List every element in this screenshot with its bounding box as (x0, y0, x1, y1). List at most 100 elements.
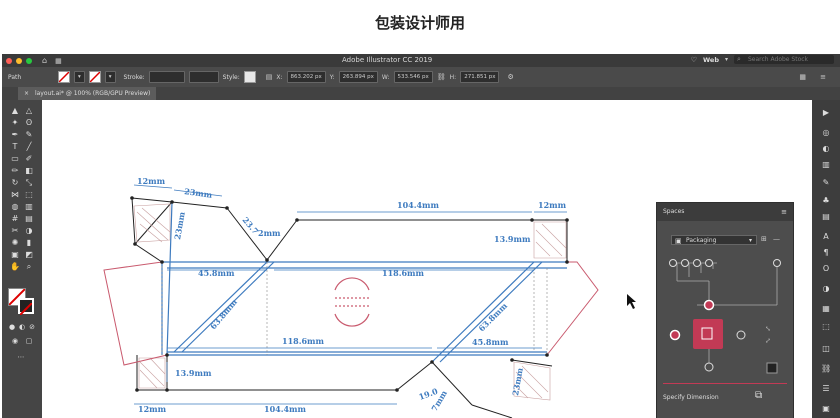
opentype-icon[interactable]: O (821, 264, 831, 273)
document-tab-bar: × layout.ai* @ 100% (RGB/GPU Preview) (2, 87, 840, 100)
artboards-icon[interactable]: ▣ (821, 404, 831, 413)
home-icon[interactable]: ⌂ (42, 56, 47, 65)
node-1[interactable] (669, 259, 677, 267)
shaper-tool-icon[interactable]: ✏ (9, 166, 21, 176)
eyedropper-tool-icon[interactable]: ✂ (9, 226, 21, 236)
symbol-sprayer-tool-icon[interactable]: ✺ (9, 238, 21, 248)
active-node-left[interactable] (669, 329, 681, 341)
fill-dropdown[interactable]: ▾ (74, 71, 85, 83)
pathfinder-icon[interactable]: ◫ (821, 344, 831, 353)
magic-wand-tool-icon[interactable]: ✦ (9, 118, 21, 128)
hand-tool-icon[interactable]: ✋ (9, 262, 21, 272)
h-label: H: (449, 73, 457, 81)
width-tool-icon[interactable]: ⋈ (9, 190, 21, 200)
panel-menu-icon[interactable]: ≡ (820, 73, 826, 81)
type-tool-icon[interactable]: T (9, 142, 21, 152)
paragraph-icon[interactable]: ¶ (821, 248, 831, 257)
shape-builder-tool-icon[interactable]: ◍ (9, 202, 21, 212)
active-node-top[interactable] (703, 299, 715, 311)
swatches-icon[interactable]: ▥ (821, 160, 831, 169)
gradient-tool-icon[interactable]: ▤ (23, 214, 35, 224)
stroke-dropdown[interactable]: ▾ (104, 71, 116, 83)
curvature-tool-icon[interactable]: ✎ (23, 130, 35, 140)
character-icon[interactable]: A (821, 232, 831, 241)
spaces-dropdown[interactable]: ▣ Packaging ▾ (671, 235, 757, 245)
arrange-documents-icon[interactable]: ▦ (55, 57, 62, 65)
close-dot-icon[interactable] (6, 57, 12, 64)
close-tab-icon[interactable]: × (24, 90, 29, 97)
free-transform-tool-icon[interactable]: ⬚ (23, 190, 35, 200)
y-field[interactable]: 263.894 px (338, 71, 378, 83)
stroke-weight-field[interactable] (148, 71, 185, 83)
properties-icon[interactable]: ▤ (821, 212, 831, 221)
edit-toolbar-icon[interactable]: ⋯ (15, 352, 27, 362)
zoom-dot-icon[interactable] (26, 57, 32, 64)
workspace-switcher[interactable]: Web (703, 56, 719, 64)
symbols-icon[interactable]: ♣ (821, 196, 831, 205)
links-icon[interactable]: ⛓ (821, 364, 831, 373)
minimize-dot-icon[interactable] (16, 57, 22, 64)
x-field[interactable]: 863.202 px (286, 71, 326, 83)
align-icon[interactable]: ▤ (266, 73, 273, 81)
slice-tool-icon[interactable]: ◩ (23, 250, 35, 260)
eraser-tool-icon[interactable]: ◧ (23, 166, 35, 176)
transparency-icon[interactable]: ◑ (821, 284, 831, 293)
none-mode-icon[interactable]: ⊘ (26, 322, 38, 332)
layers-icon[interactable]: ◎ (821, 128, 831, 137)
document-tab[interactable]: × layout.ai* @ 100% (RGB/GPU Preview) (18, 87, 157, 100)
artboard-tool-icon[interactable]: ▣ (9, 250, 21, 260)
mesh-tool-icon[interactable]: # (9, 214, 21, 224)
node-2[interactable] (681, 259, 689, 267)
blend-tool-icon[interactable]: ◑ (23, 226, 35, 236)
stroke-swatch[interactable] (88, 71, 101, 83)
dimension-tool-icon[interactable]: ⧉ (755, 390, 762, 401)
chevron-down-icon[interactable]: ▾ (725, 56, 728, 63)
line-tool-icon[interactable]: ╱ (23, 142, 35, 152)
scale-tool-icon[interactable]: ⤡ (23, 178, 35, 188)
paintbrush-tool-icon[interactable]: ✐ (23, 154, 35, 164)
lasso-tool-icon[interactable]: ʘ (23, 118, 35, 128)
h-field[interactable]: 271.851 px (460, 71, 500, 83)
transform-icon[interactable]: ⚙ (507, 73, 513, 81)
direct-selection-tool-icon[interactable]: △ (23, 106, 35, 116)
transform-panel-icon[interactable]: ⬚ (821, 322, 831, 331)
stroke-color-icon[interactable] (18, 298, 34, 316)
swatch-square-icon[interactable] (766, 362, 778, 374)
w-field[interactable]: 533.546 px (393, 71, 433, 83)
node-right[interactable] (736, 330, 746, 340)
node-bottom[interactable] (704, 362, 714, 372)
expand-icon[interactable]: ⤡ (765, 325, 771, 333)
draw-mode-icon[interactable]: ◉ (9, 336, 21, 346)
node-5[interactable] (773, 259, 781, 267)
stock-search-input[interactable]: ⌕ Search Adobe Stock (734, 55, 834, 64)
color-icon[interactable]: ◐ (821, 144, 831, 153)
rectangle-tool-icon[interactable]: ▭ (9, 154, 21, 164)
add-space-icon[interactable]: ⊞ (761, 235, 767, 243)
dim-118mm-mid: 118.6mm (282, 336, 325, 346)
screen-mode-icon[interactable]: ▢ (23, 336, 35, 346)
libraries-icon[interactable]: ☰ (821, 384, 831, 393)
shrink-icon[interactable]: ⤢ (765, 337, 771, 345)
node-3[interactable] (693, 259, 701, 267)
panel-options-icon[interactable]: ≡ (781, 203, 787, 221)
perspective-grid-tool-icon[interactable]: ▥ (23, 202, 35, 212)
play-icon[interactable]: ▶ (821, 108, 831, 117)
remove-space-icon[interactable]: — (773, 235, 780, 243)
y-label: Y: (329, 73, 335, 81)
brushes-icon[interactable]: ✎ (821, 178, 831, 187)
stroke-profile-field[interactable] (188, 71, 219, 83)
column-graph-tool-icon[interactable]: ▮ (23, 238, 35, 248)
style-label: Style: (222, 73, 240, 81)
lightbulb-icon[interactable]: ♡ (691, 56, 697, 64)
node-4[interactable] (705, 259, 713, 267)
selected-space-block[interactable] (693, 319, 723, 349)
selection-tool-icon[interactable]: ▲ (9, 106, 21, 116)
arrange-icon[interactable]: ▦ (799, 73, 806, 81)
constrain-proportions-icon[interactable]: ⛓ (437, 73, 446, 81)
align-panel-icon[interactable]: ▦ (821, 304, 831, 313)
zoom-tool-icon[interactable]: ⌕ (23, 262, 35, 272)
rotate-tool-icon[interactable]: ↻ (9, 178, 21, 188)
fill-swatch[interactable] (58, 71, 70, 83)
pen-tool-icon[interactable]: ✒ (9, 130, 21, 140)
graphic-style-swatch[interactable] (243, 71, 256, 83)
